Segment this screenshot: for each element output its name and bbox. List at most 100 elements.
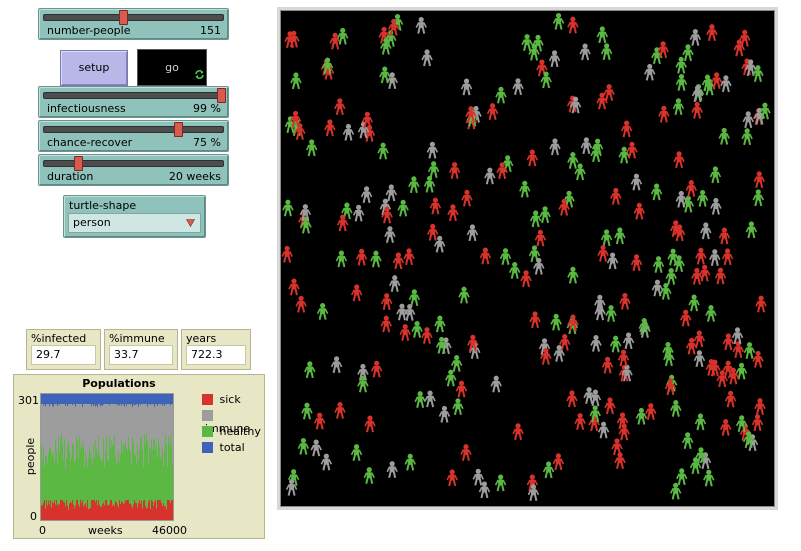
person-turtle: [520, 270, 532, 288]
turtle-shape-chooser[interactable]: turtle-shape person: [63, 195, 206, 238]
person-turtle: [567, 314, 579, 332]
person-turtle: [709, 249, 721, 266]
person-turtle: [709, 166, 722, 184]
person-turtle: [752, 189, 764, 207]
slider-track[interactable]: [43, 10, 224, 25]
person-turtle: [580, 137, 593, 155]
person-turtle: [330, 356, 343, 374]
person-turtle: [670, 400, 682, 417]
person-turtle: [424, 390, 436, 408]
person-turtle: [574, 413, 586, 430]
x-min-tick: 0: [39, 524, 46, 537]
person-turtle: [603, 84, 615, 101]
person-turtle: [519, 180, 531, 198]
person-turtle: [620, 120, 633, 138]
person-turtle: [630, 254, 643, 272]
person-turtle: [384, 226, 396, 244]
slider-handle[interactable]: [74, 156, 83, 171]
slider-value: 75 %: [193, 136, 221, 149]
person-turtle: [630, 173, 643, 191]
infectiousness-slider[interactable]: infectiousness 99 %: [38, 86, 229, 118]
person-turtle: [310, 439, 322, 457]
slider-track[interactable]: [43, 122, 224, 137]
slider-label: duration: [47, 170, 94, 183]
person-turtle: [466, 224, 479, 242]
setup-button[interactable]: setup: [60, 50, 128, 86]
person-turtle: [689, 29, 702, 46]
person-turtle: [408, 176, 420, 194]
person-turtle: [657, 41, 669, 59]
person-turtle: [486, 103, 499, 121]
person-turtle: [691, 267, 703, 285]
person-turtle: [669, 482, 682, 500]
person-turtle: [423, 175, 436, 193]
immune-monitor: %immune 33.7: [104, 329, 178, 370]
go-button[interactable]: go: [137, 49, 207, 86]
legend-item: sick: [202, 392, 264, 408]
duration-slider[interactable]: duration 20 weeks: [38, 154, 229, 186]
person-turtle: [722, 333, 735, 351]
world-canvas[interactable]: [281, 11, 774, 506]
person-turtle: [295, 295, 307, 313]
person-turtle: [461, 189, 473, 207]
chance-recover-slider[interactable]: chance-recover 75 %: [38, 120, 229, 152]
person-turtle: [301, 402, 313, 420]
slider-handle[interactable]: [217, 88, 227, 103]
person-turtle: [549, 138, 561, 156]
person-turtle: [718, 127, 730, 145]
legend-item: total: [202, 440, 264, 456]
person-turtle: [490, 375, 502, 393]
person-turtle: [579, 43, 591, 61]
person-turtle: [426, 141, 439, 159]
person-turtle: [316, 303, 329, 320]
person-turtle: [479, 247, 492, 265]
person-turtle: [596, 26, 609, 44]
person-turtle: [499, 248, 512, 265]
person-turtle: [512, 78, 524, 96]
years-monitor: years 722.3: [181, 329, 251, 370]
person-turtle: [696, 189, 709, 207]
person-turtle: [606, 252, 619, 270]
person-turtle: [609, 335, 622, 353]
person-turtle: [350, 444, 363, 461]
setup-button-label: setup: [78, 61, 110, 74]
person-turtle: [460, 444, 472, 461]
world-view[interactable]: [280, 10, 775, 507]
person-turtle: [676, 468, 688, 486]
person-turtle: [660, 282, 672, 300]
number-people-slider[interactable]: number-people 151: [38, 8, 229, 40]
person-turtle: [550, 313, 562, 331]
person-turtle: [529, 311, 541, 329]
person-turtle: [324, 119, 336, 137]
person-turtle: [421, 49, 433, 67]
chooser-select[interactable]: person: [68, 213, 201, 233]
slider-handle[interactable]: [118, 10, 128, 25]
person-turtle: [720, 75, 732, 93]
person-turtle: [396, 303, 408, 321]
slider-track[interactable]: [43, 156, 224, 171]
slider-track[interactable]: [43, 88, 227, 103]
person-turtle: [521, 34, 533, 51]
monitor-value: 722.3: [186, 345, 246, 365]
person-turtle: [472, 468, 484, 486]
slider-handle[interactable]: [174, 122, 184, 137]
person-turtle: [680, 309, 692, 327]
person-turtle: [415, 16, 427, 34]
person-turtle: [567, 266, 579, 284]
x-max-tick: 46000: [152, 524, 187, 537]
person-turtle: [304, 361, 316, 379]
person-turtle: [741, 128, 753, 146]
dropdown-arrow-icon: [186, 219, 195, 227]
person-turtle: [414, 391, 426, 408]
person-turtle: [645, 403, 657, 420]
person-turtle: [589, 405, 601, 423]
person-turtle: [705, 305, 717, 322]
person-turtle: [738, 29, 751, 47]
slider-label: number-people: [47, 24, 131, 37]
person-turtle: [552, 12, 565, 30]
plot-legend: sick immune healthy total: [202, 392, 264, 456]
person-turtle: [673, 151, 685, 169]
person-turtle: [495, 86, 507, 104]
person-turtle: [688, 294, 700, 312]
person-turtle: [438, 405, 451, 423]
